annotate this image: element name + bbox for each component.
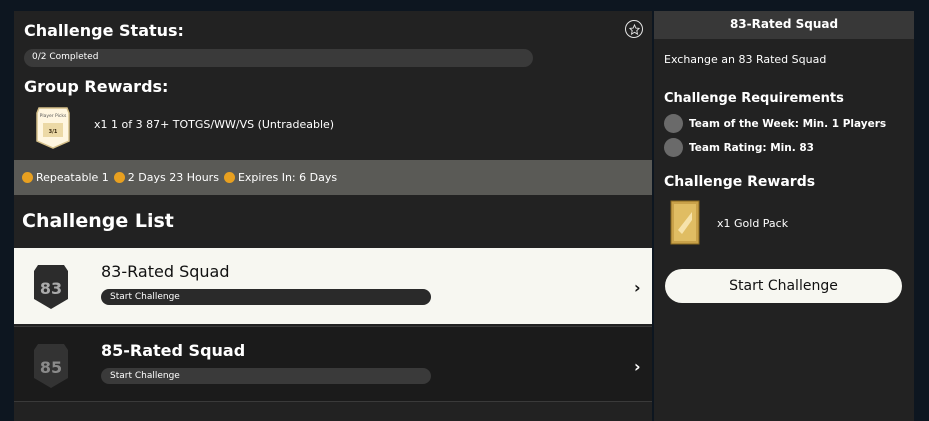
start-challenge-main-button[interactable]: Start Challenge <box>665 269 902 303</box>
challenge-list-title: Challenge List <box>22 210 174 232</box>
rating-badge-text: 85 <box>40 358 62 377</box>
requirement-text: Team Rating: Min. 83 <box>689 141 814 154</box>
challenge-info-bar: Repeatable 1 2 Days 23 Hours Expires In:… <box>14 160 652 195</box>
requirements-title: Challenge Requirements <box>664 91 844 106</box>
requirement-text: Team of the Week: Min. 1 Players <box>689 117 887 130</box>
requirement-item: Team Rating: Min. 83 <box>664 138 814 157</box>
challenge-status-title: Challenge Status: <box>24 21 184 40</box>
challenge-title: 83-Rated Squad <box>101 262 230 281</box>
refresh-text: 2 Days 23 Hours <box>127 171 219 184</box>
rating-badge-text: 83 <box>40 279 62 298</box>
player-pick-card-icon: Player Picks 3/1 <box>35 105 71 149</box>
challenge-row-83[interactable]: 83 83-Rated Squad Start Challenge › <box>14 248 652 324</box>
repeatable-info: Repeatable 1 <box>22 171 109 184</box>
requirement-status-icon <box>664 114 683 133</box>
clock-icon <box>223 172 235 183</box>
rating-badge-icon: 85 <box>32 342 70 390</box>
requirement-item: Team of the Week: Min. 1 Players <box>664 114 886 133</box>
challenge-title: 85-Rated Squad <box>101 341 246 360</box>
refresh-info: 2 Days 23 Hours <box>113 171 219 184</box>
start-challenge-button[interactable]: Start Challenge <box>101 368 431 384</box>
group-rewards-title: Group Rewards: <box>24 77 169 96</box>
reward-card-mid-text: 3/1 <box>49 129 58 135</box>
expires-text: Expires In: 6 Days <box>237 171 338 184</box>
challenge-rewards-title: Challenge Rewards <box>664 174 816 190</box>
requirement-status-icon <box>664 138 683 157</box>
reward-text: x1 Gold Pack <box>717 217 789 230</box>
gold-pack-icon <box>670 200 700 245</box>
repeatable-text: Repeatable 1 <box>36 171 109 184</box>
rating-badge-icon: 83 <box>32 263 70 311</box>
challenge-detail-panel: 83-Rated Squad Exchange an 83 Rated Squa… <box>654 11 914 421</box>
challenge-group-panel: Challenge Status: 0/2 Completed Group Re… <box>14 11 652 421</box>
reward-card-top-text: Player Picks <box>40 113 67 119</box>
progress-bar: 0/2 Completed <box>24 49 533 67</box>
refresh-icon <box>113 172 125 183</box>
detail-header: 83-Rated Squad <box>654 11 914 39</box>
repeat-icon <box>22 172 33 183</box>
start-challenge-button[interactable]: Start Challenge <box>101 289 431 305</box>
progress-text: 0/2 Completed <box>32 52 99 62</box>
group-reward-text: x1 1 of 3 87+ TOTGS/WW/VS (Untradeable) <box>94 118 335 131</box>
chevron-right-icon[interactable]: › <box>634 357 641 376</box>
chevron-right-icon[interactable]: › <box>634 278 641 297</box>
expires-info: Expires In: 6 Days <box>223 171 338 184</box>
challenge-description: Exchange an 83 Rated Squad <box>664 53 827 66</box>
challenge-row-85[interactable]: 85 85-Rated Squad Start Challenge › <box>14 326 652 402</box>
star-icon[interactable] <box>625 20 643 38</box>
